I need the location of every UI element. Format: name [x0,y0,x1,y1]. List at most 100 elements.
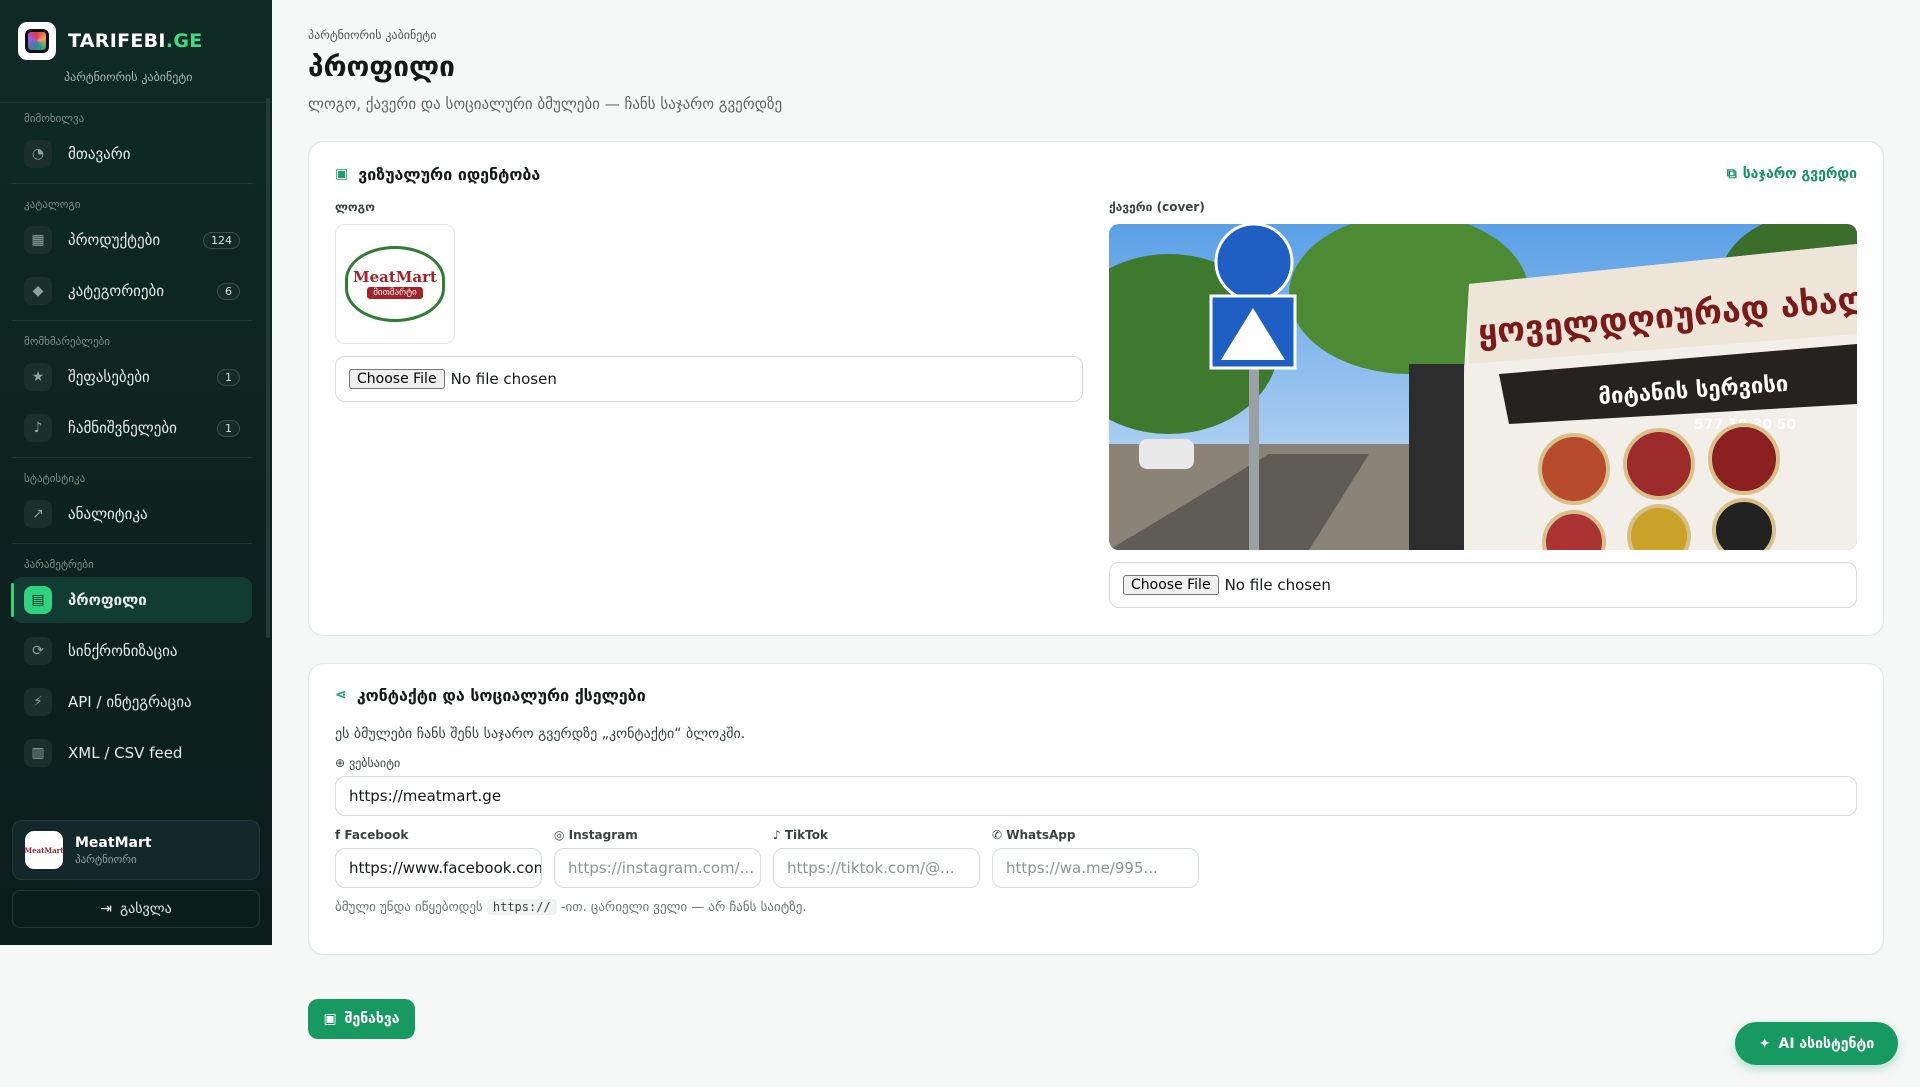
sidebar-item-label: კატეგორიები [68,282,165,300]
facebook-icon: f [335,828,345,842]
contact-description: ეს ბმულები ჩანს შენს საჯარო გვერდზე „კონ… [335,726,746,742]
star-icon: ★ [24,363,52,391]
nav-group-stats: სტატისტიკა ↗ ანალიტიკა [0,458,264,537]
nav-group-title: მიმოხილვა [24,112,85,125]
website-field: ⊕ ვებსაიტი https://meatmart.ge [309,756,1883,816]
nav-group-overview: მიმოხილვა ◔ მთავარი [0,98,264,177]
count-badge: 6 [217,282,240,300]
file-icon: ▥ [24,739,52,767]
logo-field: ლოგო MeatMart მითმარტი Choose File No fi… [335,200,1083,402]
cover-label: ქავერი (cover) [1109,200,1205,214]
tiktok-icon: ♪ [773,828,785,842]
facebook-input[interactable]: https://www.facebook.com [335,848,542,888]
external-link-icon: ⧉ [1726,166,1737,182]
instagram-label: ◎ Instagram [554,828,638,842]
whatsapp-label: ✆ WhatsApp [992,828,1076,842]
social-fields: f Facebook https://www.facebook.com ◎ In… [309,828,1883,888]
sidebar-item-label: შეფასებები [68,368,150,386]
sidebar-item-products[interactable]: ▦ პროდუქტები 124 [12,217,252,263]
logo-preview: MeatMart მითმარტი [335,224,455,344]
whatsapp-icon: ✆ [992,828,1007,842]
cover-preview: ყოველდღიურად ახალი მიტანის სერვისი 577 1… [1109,224,1857,550]
tiktok-field: ♪ TikTok https://tiktok.com/@... [773,828,980,888]
brand-logo-icon [18,22,56,60]
choose-file-button[interactable]: Choose File [1123,575,1219,595]
sidebar-item-profile[interactable]: ▤ პროფილი [11,577,252,623]
sidebar-item-dashboard[interactable]: ◔ მთავარი [12,131,252,177]
count-badge: 1 [217,419,240,437]
cover-field: ქავერი (cover) ყოველდღიურად ახალი მიტანი… [1109,200,1857,608]
sidebar-scrollbar[interactable] [266,98,270,638]
card-header: ⋖ კონტაქტი და სოციალური ქსელები [309,664,1883,726]
globe-icon: ⊕ [335,756,346,770]
sidebar-item-label: პროფილი [68,591,147,609]
page-description: ლოგო, ქავერი და სოციალური ბმულები — ჩანს… [308,95,783,113]
cover-image: ყოველდღიურად ახალი მიტანის სერვისი 577 1… [1109,224,1857,550]
logout-icon: ⇥ [100,901,112,917]
sidebar-item-api[interactable]: ⚡ API / ინტეგრაცია [12,679,252,725]
logout-button[interactable]: ⇥ გასვლა [12,890,260,928]
brand-name: TARIFEBI.GE [68,30,203,52]
brand[interactable]: TARIFEBI.GE [0,0,272,60]
sidebar-item-label: ჩამნიშვნელები [68,419,177,437]
sidebar-item-label: API / ინტეგრაცია [68,693,192,711]
logo-file-input[interactable]: Choose File No file chosen [335,356,1083,402]
instagram-input[interactable]: https://instagram.com/... [554,848,761,888]
ai-assistant-button[interactable]: ✦ AI ასისტენტი [1735,1022,1898,1065]
share-icon: ⋖ [335,687,347,703]
magic-wand-icon: ✦ [1758,1035,1771,1052]
tiktok-input[interactable]: https://tiktok.com/@... [773,848,980,888]
breadcrumb: პარტნიორის კაბინეტი [308,28,437,42]
user-name: MeatMart [75,834,152,851]
sidebar-item-label: ანალიტიკა [68,505,148,523]
tag-icon: ◆ [24,277,52,305]
user-card[interactable]: MeatMart MeatMart პარტნიორი [12,820,260,880]
line-chart-icon: ↗ [24,500,52,528]
meatmart-logo: MeatMart მითმარტი [345,246,445,322]
save-button[interactable]: ▣ შენახვა [308,999,415,1039]
instagram-field: ◎ Instagram https://instagram.com/... [554,828,761,888]
cover-file-input[interactable]: Choose File No file chosen [1109,562,1857,608]
main-content: პარტნიორის კაბინეტი პროფილი ლოგო, ქავერი… [308,0,1884,955]
image-icon: ▣ [335,166,349,182]
count-badge: 1 [217,368,240,386]
nav-group-catalog: კატალოგი ▦ პროდუქტები 124 ◆ კატეგორიები … [0,184,264,314]
page-title: პროფილი [308,50,455,83]
file-status: No file chosen [1224,576,1331,594]
website-input[interactable]: https://meatmart.ge [335,776,1857,816]
sidebar-item-notifications[interactable]: ♪ ჩამნიშვნელები 1 [12,405,252,451]
plug-icon: ⚡ [24,688,52,716]
sidebar-item-sync[interactable]: ⟳ სინქრონიზაცია [12,628,252,674]
sidebar-item-label: XML / CSV feed [68,744,183,762]
sidebar-item-label: პროდუქტები [68,231,161,249]
choose-file-button[interactable]: Choose File [349,369,445,389]
logo-label: ლოგო [335,200,375,214]
nav-group-settings: პარამეტრები ▤ პროფილი ⟳ სინქრონიზაცია ⚡ … [0,544,264,776]
nav-group-users: მომხმარებლები ★ შეფასებები 1 ♪ ჩამნიშვნე… [0,321,264,451]
box-icon: ▦ [24,226,52,254]
card-title: ▣ ვიზუალური იდენტობა [335,164,541,184]
card-header: ▣ ვიზუალური იდენტობა ⧉ საჯარო გვერდი [309,142,1883,206]
nav-group-title: კატალოგი [24,198,81,211]
whatsapp-field: ✆ WhatsApp https://wa.me/995... [992,828,1199,888]
sidebar-item-feed[interactable]: ▥ XML / CSV feed [12,730,252,776]
sidebar-item-categories[interactable]: ◆ კატეგორიები 6 [12,268,252,314]
store-icon: ▤ [24,586,52,614]
visual-identity-card: ▣ ვიზუალური იდენტობა ⧉ საჯარო გვერდი ლოგ… [308,141,1884,636]
nav-group-title: მომხმარებლები [24,335,110,348]
logout-label: გასვლა [119,901,172,917]
contact-card: ⋖ კონტაქტი და სოციალური ქსელები ეს ბმულე… [308,663,1884,955]
sidebar-item-reviews[interactable]: ★ შეფასებები 1 [12,354,252,400]
card-title: ⋖ კონტაქტი და სოციალური ქსელები [335,685,646,705]
whatsapp-input[interactable]: https://wa.me/995... [992,848,1199,888]
sidebar: TARIFEBI.GE პარტნიორის კაბინეტი მიმოხილვ… [0,0,272,945]
count-badge: 124 [203,231,240,249]
save-label: შენახვა [344,1011,400,1027]
website-label: ⊕ ვებსაიტი [335,756,401,770]
file-status: No file chosen [450,370,557,388]
user-role: პარტნიორი [75,852,137,866]
url-hint: ბმული უნდა იწყებოდეს https:// -ით. ცარიე… [335,899,807,915]
public-page-link[interactable]: ⧉ საჯარო გვერდი [1727,166,1857,182]
sidebar-item-analytics[interactable]: ↗ ანალიტიკა [12,491,252,537]
nav-group-title: პარამეტრები [24,558,94,571]
